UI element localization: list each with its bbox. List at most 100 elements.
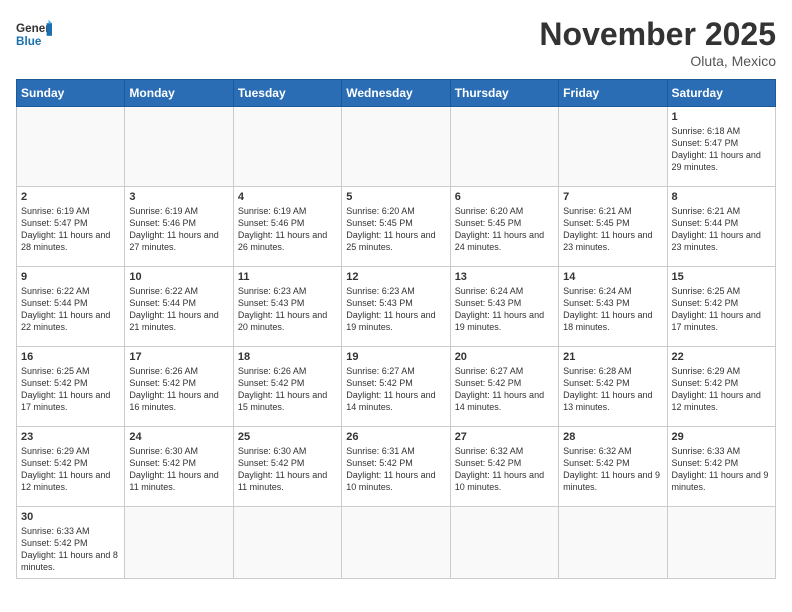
calendar-day-cell: 25Sunrise: 6:30 AM Sunset: 5:42 PM Dayli… [233,427,341,507]
calendar-header-row: SundayMondayTuesdayWednesdayThursdayFrid… [17,80,776,107]
day-of-week-header: Monday [125,80,233,107]
day-number: 27 [455,431,554,443]
day-content: Sunrise: 6:31 AM Sunset: 5:42 PM Dayligh… [346,445,445,494]
calendar-day-cell: 27 Sunrise: 6:32 AM Sunset: 5:42 PM Dayli… [450,427,558,507]
calendar-day-cell: 20 Sunrise: 6:27 AM Sunset: 5:42 PM Dayli… [450,347,558,427]
calendar-day-cell [125,507,233,579]
calendar-day-cell [342,507,450,579]
calendar-week-row: 23 Sunrise: 6:29 AM Sunset: 5:42 PM Dayli… [17,427,776,507]
calendar-day-cell: 12Sunrise: 6:23 AM Sunset: 5:43 PM Dayli… [342,267,450,347]
day-content: Sunrise: 6:33 AM Sunset: 5:42 PM Dayligh… [21,525,120,574]
day-content: Sunrise: 6:25 AM Sunset: 5:42 PM Dayligh… [21,365,120,414]
calendar-day-cell: 29 Sunrise: 6:33 AM Sunset: 5:42 PM Dayli… [667,427,775,507]
day-number: 21 [563,351,662,363]
day-content: Sunrise: 6:29 AM Sunset: 5:42 PM Dayligh… [21,445,120,494]
day-of-week-header: Sunday [17,80,125,107]
day-number: 28 [563,431,662,443]
calendar-day-cell [559,107,667,187]
day-content: Sunrise: 6:20 AM Sunset: 5:45 PM Dayligh… [455,205,554,254]
day-number: 24 [129,431,228,443]
logo-icon: General Blue [16,16,52,52]
calendar-day-cell: 17Sunrise: 6:26 AM Sunset: 5:42 PM Dayli… [125,347,233,427]
day-content: Sunrise: 6:22 AM Sunset: 5:44 PM Dayligh… [129,285,228,334]
calendar-day-cell [342,107,450,187]
calendar-day-cell: 26Sunrise: 6:31 AM Sunset: 5:42 PM Dayli… [342,427,450,507]
calendar-day-cell: 13 Sunrise: 6:24 AM Sunset: 5:43 PM Dayli… [450,267,558,347]
calendar-day-cell [667,507,775,579]
calendar-day-cell: 28 Sunrise: 6:32 AM Sunset: 5:42 PM Dayli… [559,427,667,507]
logo: General Blue [16,16,52,52]
page-header: General Blue November 2025 Oluta, Mexico [16,16,776,69]
day-content: Sunrise: 6:21 AM Sunset: 5:45 PM Dayligh… [563,205,662,254]
calendar-day-cell: 15Sunrise: 6:25 AM Sunset: 5:42 PM Dayli… [667,267,775,347]
day-number: 30 [21,511,120,523]
day-number: 18 [238,351,337,363]
calendar-table: SundayMondayTuesdayWednesdayThursdayFrid… [16,79,776,579]
calendar-day-cell: 10 Sunrise: 6:22 AM Sunset: 5:44 PM Dayli… [125,267,233,347]
day-number: 9 [21,271,120,283]
day-content: Sunrise: 6:30 AM Sunset: 5:42 PM Dayligh… [129,445,228,494]
day-number: 13 [455,271,554,283]
day-of-week-header: Tuesday [233,80,341,107]
day-number: 1 [672,111,771,123]
calendar-week-row: 9 Sunrise: 6:22 AM Sunset: 5:44 PM Daylig… [17,267,776,347]
calendar-day-cell [559,507,667,579]
day-number: 23 [21,431,120,443]
calendar-day-cell: 3Sunrise: 6:19 AM Sunset: 5:46 PM Daylig… [125,187,233,267]
day-content: Sunrise: 6:27 AM Sunset: 5:42 PM Dayligh… [346,365,445,414]
day-number: 14 [563,271,662,283]
day-content: Sunrise: 6:18 AM Sunset: 5:47 PM Dayligh… [672,125,771,174]
calendar-day-cell: 8Sunrise: 6:21 AM Sunset: 5:44 PM Daylig… [667,187,775,267]
day-of-week-header: Thursday [450,80,558,107]
calendar-day-cell [233,507,341,579]
day-content: Sunrise: 6:23 AM Sunset: 5:43 PM Dayligh… [238,285,337,334]
day-number: 11 [238,271,337,283]
calendar-week-row: 1 Sunrise: 6:18 AM Sunset: 5:47 PM Daylig… [17,107,776,187]
day-number: 20 [455,351,554,363]
day-number: 10 [129,271,228,283]
calendar-day-cell: 6Sunrise: 6:20 AM Sunset: 5:45 PM Daylig… [450,187,558,267]
day-number: 7 [563,191,662,203]
calendar-day-cell [450,507,558,579]
day-content: Sunrise: 6:33 AM Sunset: 5:42 PM Dayligh… [672,445,771,494]
calendar-day-cell: 2 Sunrise: 6:19 AM Sunset: 5:47 PM Daylig… [17,187,125,267]
day-number: 17 [129,351,228,363]
day-of-week-header: Friday [559,80,667,107]
day-number: 4 [238,191,337,203]
day-number: 12 [346,271,445,283]
day-number: 16 [21,351,120,363]
calendar-day-cell: 18Sunrise: 6:26 AM Sunset: 5:42 PM Dayli… [233,347,341,427]
day-content: Sunrise: 6:32 AM Sunset: 5:42 PM Dayligh… [455,445,554,494]
day-of-week-header: Wednesday [342,80,450,107]
calendar-day-cell [125,107,233,187]
day-content: Sunrise: 6:27 AM Sunset: 5:42 PM Dayligh… [455,365,554,414]
calendar-day-cell: 14Sunrise: 6:24 AM Sunset: 5:43 PM Dayli… [559,267,667,347]
calendar-day-cell: 30 Sunrise: 6:33 AM Sunset: 5:42 PM Dayli… [17,507,125,579]
calendar-day-cell: 7 Sunrise: 6:21 AM Sunset: 5:45 PM Daylig… [559,187,667,267]
calendar-day-cell [450,107,558,187]
calendar-day-cell: 5 Sunrise: 6:20 AM Sunset: 5:45 PM Daylig… [342,187,450,267]
calendar-day-cell: 1 Sunrise: 6:18 AM Sunset: 5:47 PM Daylig… [667,107,775,187]
calendar-day-cell: 23 Sunrise: 6:29 AM Sunset: 5:42 PM Dayli… [17,427,125,507]
calendar-day-cell: 9Sunrise: 6:22 AM Sunset: 5:44 PM Daylig… [17,267,125,347]
calendar-day-cell: 4 Sunrise: 6:19 AM Sunset: 5:46 PM Daylig… [233,187,341,267]
day-number: 19 [346,351,445,363]
calendar-day-cell: 22Sunrise: 6:29 AM Sunset: 5:42 PM Dayli… [667,347,775,427]
day-content: Sunrise: 6:24 AM Sunset: 5:43 PM Dayligh… [455,285,554,334]
calendar-week-row: 16 Sunrise: 6:25 AM Sunset: 5:42 PM Dayli… [17,347,776,427]
day-content: Sunrise: 6:19 AM Sunset: 5:46 PM Dayligh… [129,205,228,254]
day-content: Sunrise: 6:19 AM Sunset: 5:46 PM Dayligh… [238,205,337,254]
day-number: 29 [672,431,771,443]
day-number: 5 [346,191,445,203]
day-number: 2 [21,191,120,203]
day-content: Sunrise: 6:20 AM Sunset: 5:45 PM Dayligh… [346,205,445,254]
calendar-day-cell [17,107,125,187]
day-content: Sunrise: 6:19 AM Sunset: 5:47 PM Dayligh… [21,205,120,254]
calendar-day-cell: 19 Sunrise: 6:27 AM Sunset: 5:42 PM Dayli… [342,347,450,427]
title-block: November 2025 Oluta, Mexico [539,16,776,69]
day-number: 8 [672,191,771,203]
day-content: Sunrise: 6:32 AM Sunset: 5:42 PM Dayligh… [563,445,662,494]
calendar-week-row: 30 Sunrise: 6:33 AM Sunset: 5:42 PM Dayli… [17,507,776,579]
svg-text:Blue: Blue [16,35,42,48]
location-subtitle: Oluta, Mexico [539,53,776,69]
